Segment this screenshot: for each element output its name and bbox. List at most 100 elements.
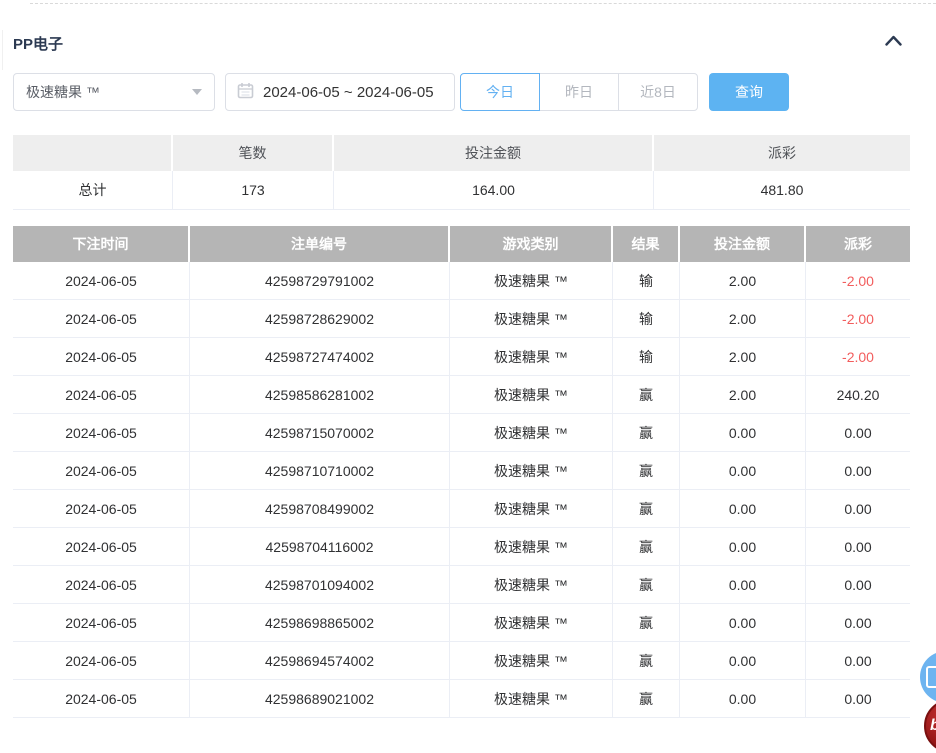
- cell-order-no: 42598715070002: [190, 414, 450, 452]
- cell-result: 赢: [613, 604, 680, 642]
- document-icon: [926, 666, 936, 688]
- cell-game-type: 极速糖果 ™: [450, 490, 613, 528]
- detail-header-game-type: 游戏类别: [450, 226, 613, 262]
- summary-header-blank: [13, 135, 173, 171]
- detail-header-result: 结果: [613, 226, 680, 262]
- promo-logo: b: [930, 717, 936, 735]
- cell-result: 输: [613, 338, 680, 376]
- query-button[interactable]: 查询: [709, 73, 789, 111]
- cell-bet-time: 2024-06-05: [13, 566, 190, 604]
- cell-result: 赢: [613, 414, 680, 452]
- cell-bet-time: 2024-06-05: [13, 376, 190, 414]
- cell-bet-amount: 0.00: [680, 642, 806, 680]
- game-select[interactable]: 极速糖果 ™: [13, 73, 215, 111]
- cell-bet-time: 2024-06-05: [13, 262, 190, 300]
- page-title: PP电子: [13, 33, 63, 54]
- summary-total-label: 总计: [13, 171, 173, 210]
- cell-payout: 240.20: [806, 376, 910, 414]
- yesterday-button[interactable]: 昨日: [539, 73, 619, 111]
- chevron-down-icon: [192, 89, 202, 95]
- cell-bet-amount: 0.00: [680, 680, 806, 718]
- cell-payout: 0.00: [806, 414, 910, 452]
- cell-bet-time: 2024-06-05: [13, 604, 190, 642]
- cell-bet-amount: 0.00: [680, 490, 806, 528]
- cell-bet-time: 2024-06-05: [13, 338, 190, 376]
- today-button[interactable]: 今日: [460, 73, 540, 111]
- summary-header-bet-amount: 投注金额: [334, 135, 654, 171]
- table-row: 2024-06-0542598704116002极速糖果 ™赢0.000.00: [13, 528, 910, 566]
- cell-bet-time: 2024-06-05: [13, 642, 190, 680]
- table-row: 2024-06-0542598710710002极速糖果 ™赢0.000.00: [13, 452, 910, 490]
- cell-payout: 0.00: [806, 490, 910, 528]
- cell-order-no: 42598729791002: [190, 262, 450, 300]
- cell-payout: 0.00: [806, 642, 910, 680]
- bet-records-table: 下注时间 注单编号 游戏类别 结果 投注金额 派彩 2024-06-054259…: [13, 226, 910, 718]
- game-select-value: 极速糖果 ™: [26, 82, 100, 102]
- cell-payout: -2.00: [806, 300, 910, 338]
- cell-bet-amount: 0.00: [680, 414, 806, 452]
- cell-order-no: 42598689021002: [190, 680, 450, 718]
- cell-payout: 0.00: [806, 452, 910, 490]
- table-row: 2024-06-0542598727474002极速糖果 ™输2.00-2.00: [13, 338, 910, 376]
- cell-result: 赢: [613, 452, 680, 490]
- detail-header-bet-amount: 投注金额: [680, 226, 806, 262]
- cell-game-type: 极速糖果 ™: [450, 452, 613, 490]
- cell-game-type: 极速糖果 ™: [450, 262, 613, 300]
- table-row: 2024-06-0542598728629002极速糖果 ™输2.00-2.00: [13, 300, 910, 338]
- left-edge-line: [2, 30, 3, 70]
- summary-total-row: 总计 173 164.00 481.80: [13, 171, 910, 210]
- cell-bet-amount: 0.00: [680, 452, 806, 490]
- table-row: 2024-06-0542598698865002极速糖果 ™赢0.000.00: [13, 604, 910, 642]
- detail-header-row: 下注时间 注单编号 游戏类别 结果 投注金额 派彩: [13, 226, 910, 262]
- table-row: 2024-06-0542598689021002极速糖果 ™赢0.000.00: [13, 680, 910, 718]
- cell-bet-time: 2024-06-05: [13, 528, 190, 566]
- cell-bet-amount: 2.00: [680, 300, 806, 338]
- cell-result: 赢: [613, 642, 680, 680]
- top-dashed-divider: [30, 3, 936, 4]
- cell-game-type: 极速糖果 ™: [450, 604, 613, 642]
- cell-bet-amount: 2.00: [680, 338, 806, 376]
- detail-table-body: 2024-06-0542598729791002极速糖果 ™输2.00-2.00…: [13, 262, 910, 718]
- cell-order-no: 42598727474002: [190, 338, 450, 376]
- cell-game-type: 极速糖果 ™: [450, 680, 613, 718]
- detail-header-payout: 派彩: [806, 226, 910, 262]
- customer-service-float-button[interactable]: [920, 651, 936, 703]
- table-row: 2024-06-0542598715070002极速糖果 ™赢0.000.00: [13, 414, 910, 452]
- cell-game-type: 极速糖果 ™: [450, 528, 613, 566]
- cell-payout: -2.00: [806, 262, 910, 300]
- cell-result: 赢: [613, 376, 680, 414]
- cell-result: 赢: [613, 566, 680, 604]
- cell-game-type: 极速糖果 ™: [450, 376, 613, 414]
- cell-order-no: 42598701094002: [190, 566, 450, 604]
- last-8-days-button[interactable]: 近8日: [618, 73, 698, 111]
- cell-bet-time: 2024-06-05: [13, 300, 190, 338]
- cell-game-type: 极速糖果 ™: [450, 566, 613, 604]
- collapse-panel-button[interactable]: [879, 31, 907, 53]
- table-row: 2024-06-0542598694574002极速糖果 ™赢0.000.00: [13, 642, 910, 680]
- table-row: 2024-06-0542598586281002极速糖果 ™赢2.00240.2…: [13, 376, 910, 414]
- cell-game-type: 极速糖果 ™: [450, 338, 613, 376]
- cell-result: 赢: [613, 528, 680, 566]
- cell-order-no: 42598698865002: [190, 604, 450, 642]
- table-row: 2024-06-0542598708499002极速糖果 ™赢0.000.00: [13, 490, 910, 528]
- date-range-value: 2024-06-05 ~ 2024-06-05: [263, 84, 434, 101]
- cell-bet-time: 2024-06-05: [13, 680, 190, 718]
- summary-table: 笔数 投注金额 派彩 总计 173 164.00 481.80: [13, 135, 910, 210]
- cell-bet-time: 2024-06-05: [13, 414, 190, 452]
- cell-order-no: 42598586281002: [190, 376, 450, 414]
- cell-bet-time: 2024-06-05: [13, 452, 190, 490]
- quick-range-button-group: 今日 昨日 近8日: [460, 73, 698, 111]
- cell-result: 输: [613, 262, 680, 300]
- cell-bet-amount: 0.00: [680, 528, 806, 566]
- summary-header-row: 笔数 投注金额 派彩: [13, 135, 910, 171]
- summary-header-count: 笔数: [173, 135, 334, 171]
- cell-payout: 0.00: [806, 528, 910, 566]
- cell-result: 输: [613, 300, 680, 338]
- cell-order-no: 42598694574002: [190, 642, 450, 680]
- cell-bet-amount: 2.00: [680, 376, 806, 414]
- promo-float-button[interactable]: b: [924, 699, 936, 753]
- calendar-icon: [237, 82, 254, 103]
- cell-game-type: 极速糖果 ™: [450, 414, 613, 452]
- date-range-input[interactable]: 2024-06-05 ~ 2024-06-05: [225, 73, 455, 111]
- cell-bet-time: 2024-06-05: [13, 490, 190, 528]
